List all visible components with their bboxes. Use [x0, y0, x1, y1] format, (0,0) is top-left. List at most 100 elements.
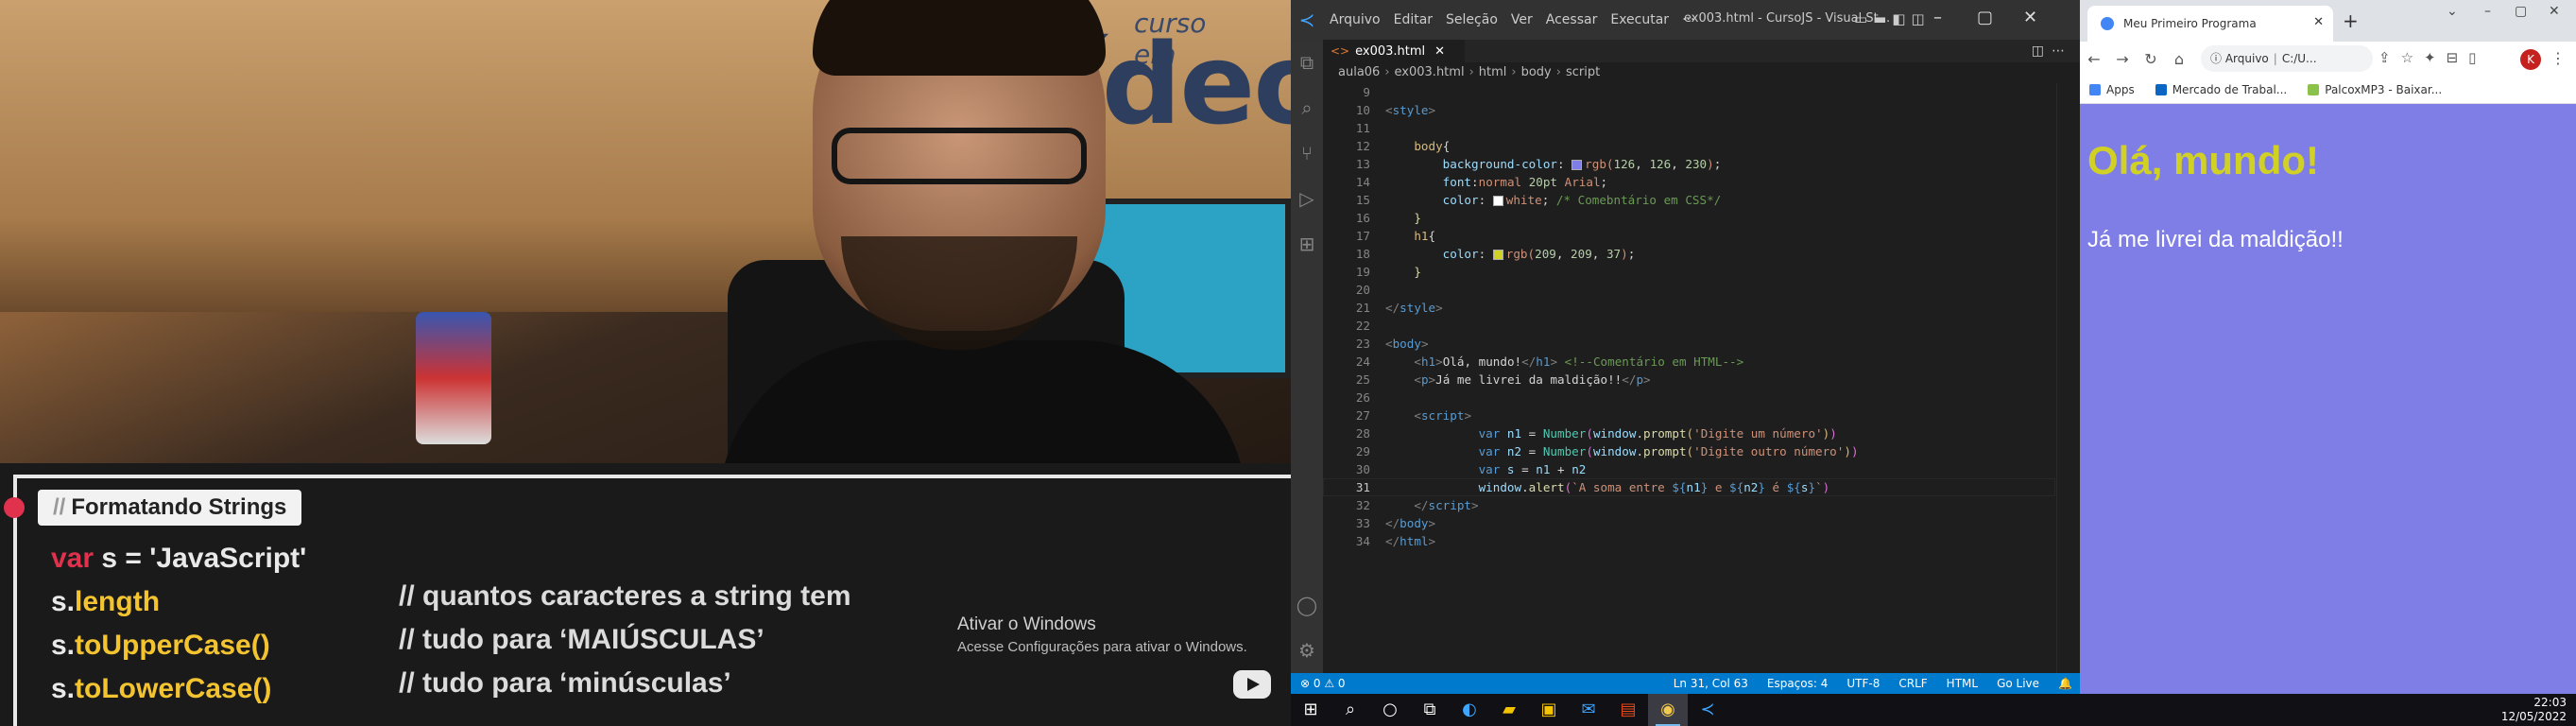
globe-favicon-icon [2101, 17, 2114, 30]
indentation[interactable]: Espaços: 4 [1767, 673, 1829, 694]
code-line: 14 font:normal 20pt Arial; [1355, 175, 1608, 189]
menu-editar[interactable]: Editar [1394, 12, 1433, 27]
line-ending[interactable]: CRLF [1898, 673, 1927, 694]
source-control-icon[interactable]: ⑂ [1291, 130, 1323, 176]
cortana-icon[interactable]: ○ [1370, 694, 1410, 726]
problems-indicator[interactable]: ⊗ 0 ⚠ 0 [1300, 673, 1346, 694]
breadcrumb-script[interactable]: script [1566, 65, 1600, 79]
code-line: 18 color: rgb(209, 209, 37); [1355, 247, 1636, 261]
overlay-title-badge: // Formatando Strings [38, 490, 302, 526]
file-explorer-icon[interactable]: ▰ [1489, 694, 1529, 726]
task-view-icon[interactable]: ⧉ [1410, 694, 1450, 726]
minimize-icon[interactable]: – [2484, 4, 2491, 19]
search-icon[interactable]: ⌕ [1331, 694, 1370, 726]
vscode-taskbar-icon[interactable]: ≺ [1688, 694, 1727, 726]
code-prefix: s. [51, 586, 76, 617]
menu-selecao[interactable]: Seleção [1446, 12, 1498, 27]
notifications-bell-icon[interactable]: 🔔 [2058, 673, 2072, 694]
split-editor-icon[interactable]: ◫⋯ [2032, 43, 2072, 59]
code-editor[interactable]: 9 10 <style> 11 12 body{ 13 background-co… [1323, 83, 2080, 673]
search-icon[interactable]: ⌕ [1291, 85, 1323, 130]
chrome-taskbar-icon[interactable]: ◉ [1648, 694, 1688, 726]
info-icon[interactable]: ⓘ [2210, 52, 2225, 65]
mail-icon[interactable]: ✉ [1569, 694, 1608, 726]
breadcrumb-file[interactable]: ex003.html [1395, 65, 1465, 79]
menu-arquivo[interactable]: Arquivo [1330, 12, 1381, 27]
code-line: 33 </body> [1355, 516, 1436, 530]
minimap[interactable] [2056, 83, 2080, 673]
tab-close-icon[interactable]: ✕ [2313, 15, 2324, 29]
chrome-tab-active[interactable]: Meu Primeiro Programa ✕ [2087, 6, 2333, 42]
tab-search-chevron-icon[interactable]: ⌄ [2447, 4, 2458, 19]
settings-gear-icon[interactable]: ⚙ [1291, 628, 1323, 673]
overlay-border-top [13, 475, 1291, 478]
code-line: 32 </script> [1355, 498, 1479, 512]
breadcrumb-html[interactable]: html [1479, 65, 1507, 79]
close-icon[interactable]: ✕ [2023, 8, 2037, 27]
color-swatch[interactable] [1492, 250, 1503, 260]
menu-kebab-icon[interactable]: ⋮ [2550, 49, 2566, 67]
activate-windows-subtitle: Acesse Configurações para ativar o Windo… [957, 639, 1247, 655]
chrome-tab-title: Meu Primeiro Programa [2123, 17, 2257, 30]
code-line: 25 <p>Já me livrei da maldição!!</p> [1355, 372, 1651, 387]
maximize-icon[interactable]: ▢ [2515, 4, 2527, 19]
home-icon[interactable]: ⌂ [2165, 50, 2193, 68]
extensions-icon[interactable]: ⊞ [1291, 221, 1323, 267]
toolbar-icons[interactable]: ⇪☆✦⊟▯ [2379, 49, 2486, 66]
system-clock[interactable]: 22:03 12/05/2022 [2501, 696, 2567, 724]
minimize-icon[interactable]: – [1933, 8, 1942, 27]
reload-icon[interactable]: ↻ [2137, 50, 2165, 68]
menu-ver[interactable]: Ver [1511, 12, 1533, 27]
breadcrumb-body[interactable]: body [1521, 65, 1552, 79]
code-comment-length: // quantos caracteres a string tem [399, 580, 851, 612]
youtube-play-icon[interactable] [1233, 670, 1271, 699]
presenter [718, 0, 1247, 529]
code-line: 30 var s = n1 + n2 [1355, 462, 1587, 476]
go-live-button[interactable]: Go Live [1997, 673, 2039, 694]
code-line: 23 <body> [1355, 337, 1429, 351]
edge-icon[interactable]: ◐ [1450, 694, 1489, 726]
bookmark-mercado[interactable]: Mercado de Trabal... [2155, 83, 2287, 96]
bookmark-label: PalcoxMP3 - Baixar... [2325, 82, 2443, 96]
code-text: s = 'JavaScript' [94, 543, 307, 574]
code-line-var: var s = 'JavaScript' [51, 543, 306, 575]
breadcrumb: aula06 › ex003.html › html › body › script [1338, 65, 1601, 79]
layout-toggle-icons[interactable]: ▭▬◧◫ [1854, 10, 1931, 27]
close-icon[interactable]: ✕ [2549, 4, 2560, 19]
tab-label: ex003.html [1355, 43, 1426, 59]
back-arrow-icon[interactable]: ← [2080, 50, 2108, 68]
color-swatch[interactable] [1492, 196, 1503, 206]
language-mode[interactable]: HTML [1947, 673, 1978, 694]
forward-arrow-icon[interactable]: → [2108, 50, 2137, 68]
chrome-toolbar: ← → ↻ ⌂ ⓘ Arquivo | C:/U... ⇪☆✦⊟▯ K ⋮ [2080, 42, 2576, 76]
vscode-menubar: Arquivo Editar Seleção Ver Acessar Executar ··… [1323, 12, 1701, 27]
explorer-icon[interactable]: ⧉ [1291, 40, 1323, 85]
video-player[interactable]: curso em Vídeo // Formatando Strings var… [0, 0, 1291, 726]
account-icon[interactable]: ◯ [1291, 582, 1323, 628]
breadcrumb-folder[interactable]: aula06 [1338, 65, 1380, 79]
vscode-titlebar: ≺ Arquivo Editar Seleção Ver Acessar Executar… [1291, 0, 2080, 40]
store-icon[interactable]: ▣ [1529, 694, 1569, 726]
editor-tabs: <> ex003.html ✕ ◫⋯ [1323, 40, 2080, 62]
profile-avatar[interactable]: K [2520, 49, 2541, 70]
tab-close-icon[interactable]: ✕ [1434, 44, 1445, 59]
encoding[interactable]: UTF-8 [1846, 673, 1880, 694]
bookmark-apps[interactable]: Apps [2089, 83, 2135, 96]
tab-ex003-html[interactable]: <> ex003.html ✕ [1323, 40, 1465, 62]
menu-executar[interactable]: Executar [1610, 12, 1669, 27]
color-swatch[interactable] [1571, 160, 1583, 170]
code-method: length [75, 586, 161, 617]
menu-acessar[interactable]: Acessar [1546, 12, 1598, 27]
bookmark-palcomp3[interactable]: PalcoxMP3 - Baixar... [2308, 83, 2442, 96]
address-bar[interactable]: ⓘ Arquivo | C:/U... [2201, 45, 2373, 72]
run-debug-icon[interactable]: ▷ [1291, 176, 1323, 221]
windows-start-icon[interactable]: ⊞ [1291, 694, 1331, 726]
bookmark-label: Apps [2106, 82, 2135, 96]
office-icon[interactable]: ▤ [1608, 694, 1648, 726]
activity-bar: ⧉ ⌕ ⑂ ▷ ⊞ ◯ ⚙ [1291, 40, 1323, 673]
code-line: 34 </html> [1355, 534, 1436, 548]
code-line: 27 <script> [1355, 408, 1472, 423]
new-tab-button[interactable]: + [2343, 9, 2359, 32]
cursor-position[interactable]: Ln 31, Col 63 [1674, 673, 1748, 694]
maximize-icon[interactable]: ▢ [1977, 8, 1993, 27]
